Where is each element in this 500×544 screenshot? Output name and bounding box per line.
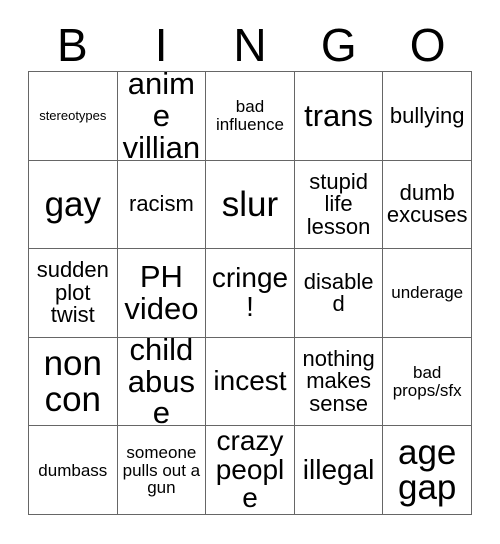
bingo-cell-label: incest (213, 365, 287, 397)
bingo-cell-label: PH video (124, 259, 199, 326)
bingo-cell[interactable]: someone pulls out a gun (117, 426, 207, 515)
bingo-cell-label: racism (129, 191, 194, 217)
bingo-cell[interactable]: crazy people (206, 426, 295, 515)
bingo-cell-label: slur (221, 184, 279, 224)
bingo-cell-label: cringe! (211, 262, 289, 322)
bingo-cell[interactable]: PH video (117, 249, 207, 338)
bingo-cell[interactable]: trans (294, 72, 384, 161)
bingo-cell-label: nothing makes sense (302, 345, 375, 416)
bingo-cell-label: anime villian (122, 72, 201, 161)
bingo-cell[interactable]: stupid life lesson (294, 160, 384, 250)
header-letter-n: N (233, 18, 267, 71)
bingo-cell-label: gay (44, 184, 102, 224)
bingo-cell[interactable]: sudden plot twist (29, 249, 118, 338)
bingo-cell-label: bad influence (215, 97, 285, 134)
bingo-cell-label: illegal (302, 453, 375, 485)
bingo-cell[interactable]: racism (117, 160, 207, 250)
bingo-cell-label: bullying (389, 102, 465, 128)
bingo-cell[interactable]: underage (383, 249, 472, 338)
bingo-cell[interactable]: anime villian (117, 72, 207, 161)
bingo-cell[interactable]: gay (29, 160, 118, 250)
bingo-card: B I N G O stereotypes anime villian bad … (0, 0, 500, 544)
header-letter-i: I (154, 18, 168, 71)
bingo-header-row: B I N G O (28, 18, 472, 71)
header-letter-b: B (57, 18, 88, 71)
bingo-cell[interactable]: age gap (383, 426, 472, 515)
bingo-cell-label: non con (43, 343, 102, 419)
bingo-cell[interactable]: bad influence (206, 72, 295, 161)
header-letter-o: O (409, 18, 446, 71)
bingo-cell-label: dumb excuses (386, 179, 468, 228)
bingo-cell-label: age gap (397, 432, 457, 508)
bingo-cell[interactable]: illegal (294, 426, 384, 515)
bingo-cell[interactable]: non con (29, 337, 118, 427)
bingo-cell[interactable]: child abuse (117, 337, 207, 427)
bingo-cell-label: crazy people (215, 426, 285, 514)
bingo-cell[interactable]: incest (206, 337, 295, 427)
bingo-grid: stereotypes anime villian bad influence … (28, 71, 472, 515)
bingo-cell-label: bad props/sfx (392, 363, 462, 400)
bingo-cell-label: stereotypes (39, 108, 107, 124)
bingo-cell-label: stupid life lesson (306, 168, 371, 239)
bingo-cell-label: sudden plot twist (36, 257, 109, 328)
bingo-cell-label: someone pulls out a gun (122, 443, 201, 497)
bingo-cell[interactable]: bad props/sfx (383, 337, 472, 427)
bingo-cell-label: child abuse (127, 337, 195, 427)
bingo-cell[interactable]: disabled (294, 249, 384, 338)
bingo-cell-label: trans (304, 97, 374, 133)
bingo-cell[interactable]: dumb excuses (383, 160, 472, 250)
bingo-cell-label: disabled (303, 268, 374, 316)
bingo-cell-label: dumbass (38, 460, 108, 480)
bingo-cell[interactable]: slur (206, 160, 295, 250)
bingo-cell[interactable]: dumbass (29, 426, 118, 515)
bingo-cell[interactable]: bullying (383, 72, 472, 161)
header-letter-g: G (320, 18, 357, 71)
bingo-cell[interactable]: nothing makes sense (294, 337, 384, 427)
bingo-cell[interactable]: cringe! (206, 249, 295, 338)
bingo-cell[interactable]: stereotypes (29, 72, 118, 161)
bingo-cell-label: underage (391, 283, 464, 303)
